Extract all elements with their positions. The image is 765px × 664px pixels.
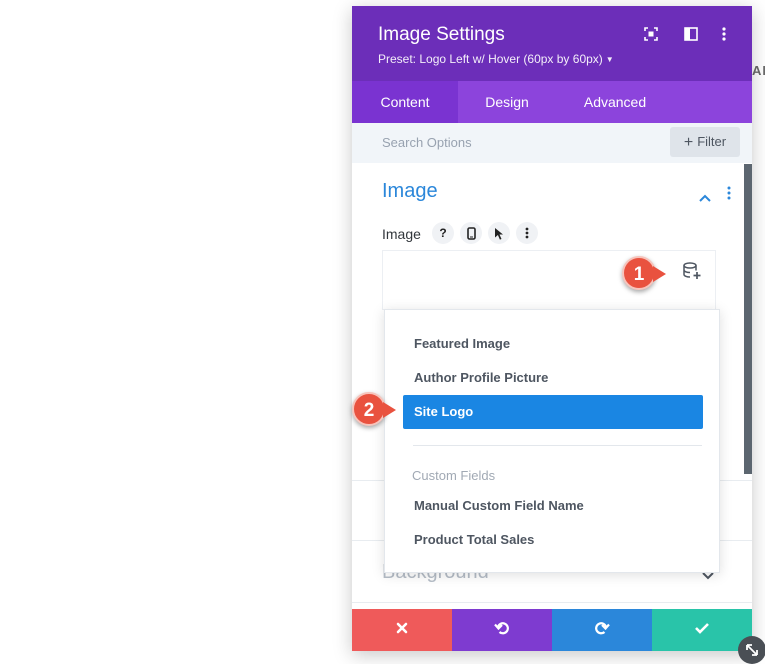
undo-icon [494, 620, 510, 641]
settings-tabs: Content Design Advanced [352, 81, 752, 123]
section-title[interactable]: Image [382, 180, 438, 203]
more-vertical-icon[interactable] [516, 222, 538, 244]
more-options-icon[interactable] [716, 26, 732, 42]
hover-cursor-icon[interactable] [488, 222, 510, 244]
preset-selector[interactable]: Preset: Logo Left w/ Hover (60px by 60px… [378, 52, 614, 66]
discard-button[interactable] [352, 609, 452, 651]
check-icon [694, 621, 710, 639]
dynamic-content-dropdown: Featured Image Author Profile Picture Si… [384, 309, 720, 573]
preset-label: Preset: Logo Left w/ Hover (60px by 60px… [378, 52, 603, 66]
panel-title: Image Settings [378, 24, 505, 45]
save-button[interactable] [652, 609, 752, 651]
close-icon [396, 621, 408, 639]
redo-button[interactable] [552, 609, 652, 651]
tab-design[interactable]: Design [458, 81, 556, 123]
mobile-icon[interactable] [460, 222, 482, 244]
resize-icon [744, 642, 760, 663]
dynamic-content-icon[interactable] [682, 262, 702, 285]
filter-label: Filter [697, 134, 727, 149]
resize-handle[interactable] [738, 636, 765, 664]
search-bar: Search Options + Filter [352, 123, 752, 163]
dropdown-item-manual-custom-field[interactable]: Manual Custom Field Name [403, 489, 703, 523]
image-field-label: Image [382, 226, 421, 242]
section-divider [352, 602, 752, 603]
dropdown-item-product-total-sales[interactable]: Product Total Sales [403, 523, 703, 557]
caret-down-icon: ▼ [605, 55, 614, 64]
search-input[interactable]: Search Options [382, 135, 472, 150]
panel-scrollbar[interactable] [744, 164, 752, 474]
dropdown-item-site-logo[interactable]: Site Logo [403, 395, 703, 429]
plus-icon: + [683, 134, 694, 151]
help-icon[interactable]: ? [432, 222, 454, 244]
filter-button[interactable]: + Filter [670, 127, 740, 157]
dropdown-group-label: Custom Fields [412, 468, 496, 483]
dropdown-divider [413, 445, 702, 446]
chevron-up-icon[interactable] [699, 189, 711, 207]
tab-advanced[interactable]: Advanced [556, 81, 674, 123]
section-menu-icon[interactable] [727, 186, 731, 205]
panel-footer [352, 609, 752, 651]
callout-badge-1: 1 [622, 256, 666, 290]
callout-badge-2: 2 [352, 392, 396, 426]
background-page-text: AB [752, 63, 765, 78]
split-view-icon[interactable] [683, 26, 699, 42]
undo-button[interactable] [452, 609, 552, 651]
redo-icon [594, 620, 610, 641]
panel-header[interactable]: Image Settings Preset: Logo Left w/ Hove… [352, 6, 752, 81]
fullscreen-icon[interactable] [643, 26, 659, 42]
dropdown-item-author-profile-picture[interactable]: Author Profile Picture [403, 361, 703, 395]
tab-content[interactable]: Content [352, 81, 458, 123]
dropdown-item-featured-image[interactable]: Featured Image [403, 327, 703, 361]
